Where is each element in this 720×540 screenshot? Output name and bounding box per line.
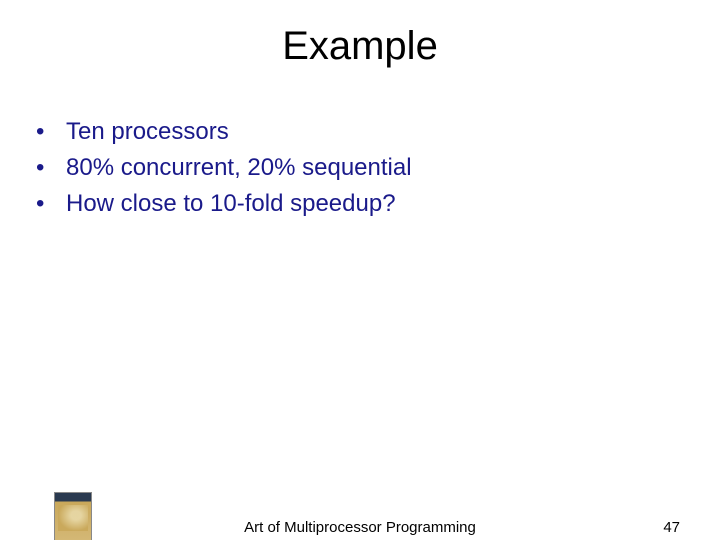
footer-label: Art of Multiprocessor Programming	[0, 519, 720, 536]
bullet-text: 80% concurrent, 20% sequential	[66, 153, 412, 183]
slide-title: Example	[0, 24, 720, 69]
bullet-text: Ten processors	[66, 117, 229, 147]
bullet-text: How close to 10-fold speedup?	[66, 189, 396, 219]
footer: Art of Multiprocessor Programming 47	[0, 492, 720, 540]
bullet-icon: •	[36, 189, 66, 219]
bullet-icon: •	[36, 117, 66, 147]
list-item: • How close to 10-fold speedup?	[36, 189, 720, 219]
list-item: • 80% concurrent, 20% sequential	[36, 153, 720, 183]
bullet-list: • Ten processors • 80% concurrent, 20% s…	[36, 117, 720, 219]
page-number: 47	[663, 519, 680, 536]
list-item: • Ten processors	[36, 117, 720, 147]
bullet-icon: •	[36, 153, 66, 183]
